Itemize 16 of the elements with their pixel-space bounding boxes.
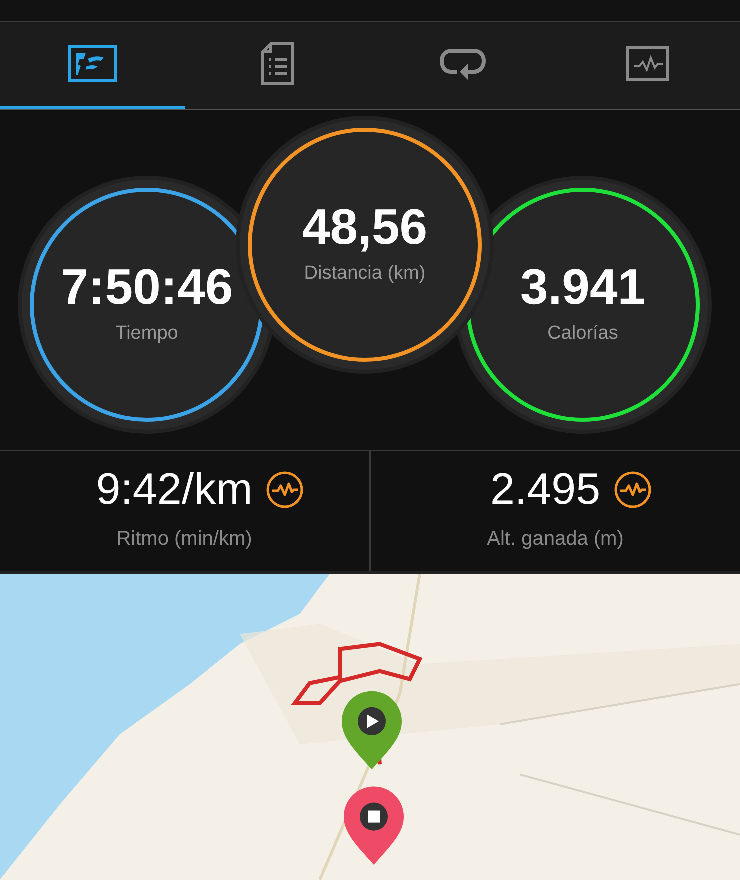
stat-value: 9:42/km (96, 468, 253, 512)
stat-label: Tiempo (116, 322, 178, 346)
stat-label: Ritmo (min/km) (116, 527, 252, 552)
stat-label: Distancia (km) (304, 262, 426, 286)
activity-chart-icon (626, 46, 670, 82)
stat-value: 7:50:46 (60, 262, 234, 312)
stat-value: 2.495 (490, 468, 601, 512)
stat-value: 48,56 (302, 202, 428, 252)
map-icon (68, 45, 118, 83)
pulse-icon (264, 470, 305, 510)
stat-label: Calorías (548, 322, 618, 346)
stat-label: Alt. ganada (m) (487, 527, 624, 552)
document-icon (260, 42, 294, 86)
loop-arrow-icon (438, 46, 486, 82)
stat-value: 3.941 (520, 262, 646, 312)
pulse-icon (612, 470, 653, 510)
